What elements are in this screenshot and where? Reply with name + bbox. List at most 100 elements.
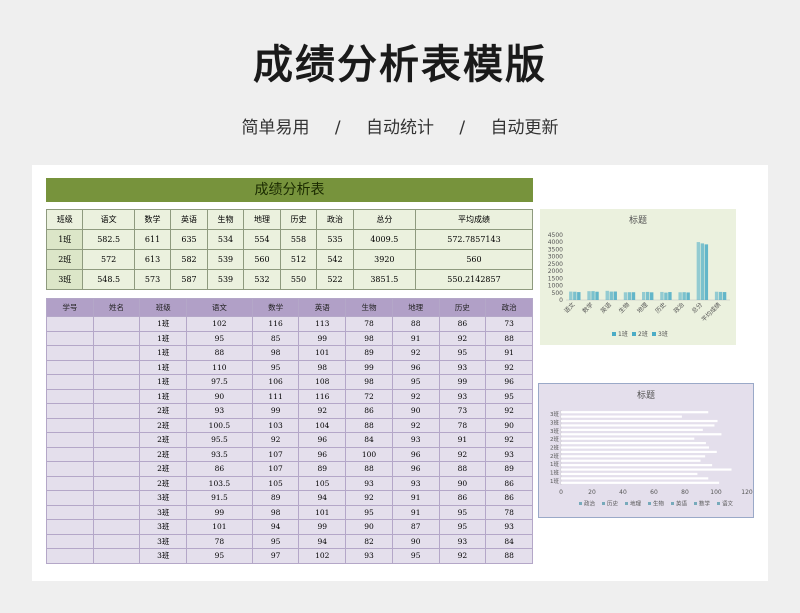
table-cell[interactable]: 93 xyxy=(438,359,487,375)
table-cell[interactable]: 82 xyxy=(345,533,393,549)
table-cell[interactable]: 98 xyxy=(345,330,393,346)
table-cell[interactable]: 107 xyxy=(251,446,300,462)
table-cell[interactable]: 94 xyxy=(251,519,300,535)
table-cell[interactable] xyxy=(92,461,141,477)
table-cell[interactable] xyxy=(92,432,141,448)
column-header[interactable]: 班级 xyxy=(45,209,84,230)
table-cell[interactable] xyxy=(46,475,94,491)
column-header[interactable]: 地理 xyxy=(391,298,440,317)
table-cell[interactable] xyxy=(92,417,141,433)
table-cell[interactable]: 572.7857143 xyxy=(414,229,534,250)
table-cell[interactable]: 93 xyxy=(345,548,393,564)
table-cell[interactable]: 2班 xyxy=(139,475,188,491)
table-cell[interactable]: 106 xyxy=(251,374,300,390)
table-cell[interactable]: 2班 xyxy=(45,249,84,270)
table-cell[interactable]: 108 xyxy=(298,374,347,390)
table-cell[interactable]: 90 xyxy=(345,519,393,535)
column-header[interactable]: 地理 xyxy=(243,209,281,230)
table-cell[interactable]: 89 xyxy=(485,461,533,477)
table-cell[interactable]: 96 xyxy=(485,374,533,390)
table-cell[interactable]: 91 xyxy=(485,345,533,361)
table-cell[interactable]: 99 xyxy=(438,374,487,390)
table-cell[interactable]: 4009.5 xyxy=(352,229,416,250)
table-cell[interactable]: 93 xyxy=(345,475,393,491)
table-cell[interactable] xyxy=(92,374,141,390)
column-header[interactable]: 数学 xyxy=(251,298,300,317)
table-cell[interactable]: 86 xyxy=(485,490,533,506)
table-cell[interactable]: 587 xyxy=(170,269,208,290)
table-cell[interactable]: 95 xyxy=(391,374,440,390)
class-summary-chart[interactable]: 标题 4500 4000 3500 3000 2500 2000 1500 1000 500 0 语… xyxy=(540,209,736,345)
table-cell[interactable]: 92 xyxy=(438,446,487,462)
table-cell[interactable]: 534 xyxy=(206,229,245,250)
table-cell[interactable]: 92 xyxy=(438,330,487,346)
table-cell[interactable] xyxy=(92,345,141,361)
table-cell[interactable]: 73 xyxy=(438,403,487,419)
table-cell[interactable]: 98 xyxy=(298,359,347,375)
column-header[interactable]: 生物 xyxy=(206,209,245,230)
table-cell[interactable]: 93 xyxy=(391,475,440,491)
table-cell[interactable] xyxy=(92,504,141,520)
table-cell[interactable] xyxy=(92,330,141,346)
table-cell[interactable]: 93.5 xyxy=(186,446,253,462)
table-cell[interactable]: 86 xyxy=(438,316,487,332)
table-cell[interactable]: 1班 xyxy=(139,316,188,332)
table-cell[interactable]: 92 xyxy=(251,432,300,448)
column-header[interactable]: 政治 xyxy=(316,209,354,230)
table-cell[interactable]: 92 xyxy=(438,548,487,564)
table-cell[interactable]: 103.5 xyxy=(186,475,253,491)
table-cell[interactable]: 91.5 xyxy=(186,490,253,506)
table-cell[interactable]: 91 xyxy=(438,432,487,448)
table-cell[interactable]: 100 xyxy=(345,446,393,462)
table-cell[interactable]: 92 xyxy=(485,403,533,419)
column-header[interactable]: 数学 xyxy=(133,209,172,230)
table-cell[interactable]: 95 xyxy=(391,548,440,564)
table-cell[interactable]: 95 xyxy=(345,504,393,520)
table-cell[interactable]: 99 xyxy=(251,403,300,419)
table-cell[interactable]: 1班 xyxy=(45,229,84,250)
table-cell[interactable]: 560 xyxy=(414,249,534,270)
table-cell[interactable] xyxy=(46,345,94,361)
table-cell[interactable]: 3920 xyxy=(352,249,416,270)
table-cell[interactable] xyxy=(46,403,94,419)
table-cell[interactable]: 96 xyxy=(391,359,440,375)
table-cell[interactable]: 95 xyxy=(251,359,300,375)
table-cell[interactable]: 535 xyxy=(316,229,354,250)
table-cell[interactable]: 96 xyxy=(298,432,347,448)
table-cell[interactable]: 3851.5 xyxy=(352,269,416,290)
table-cell[interactable]: 1班 xyxy=(139,330,188,346)
table-cell[interactable] xyxy=(46,417,94,433)
student-scores-chart[interactable]: 标题 0 20 40 60 80 100 120 1班 1班 1班 2班 2班 2班 3班 3班 3班 政治 历史… xyxy=(538,383,754,518)
table-cell[interactable] xyxy=(46,461,94,477)
table-cell[interactable]: 3班 xyxy=(139,548,188,564)
table-cell[interactable]: 104 xyxy=(298,417,347,433)
table-cell[interactable]: 98 xyxy=(345,374,393,390)
table-cell[interactable]: 95 xyxy=(186,548,253,564)
column-header[interactable]: 平均成绩 xyxy=(414,209,534,230)
table-cell[interactable]: 94 xyxy=(298,533,347,549)
table-cell[interactable]: 554 xyxy=(243,229,281,250)
table-cell[interactable] xyxy=(46,359,94,375)
table-cell[interactable]: 98 xyxy=(251,504,300,520)
table-cell[interactable]: 96 xyxy=(391,461,440,477)
table-cell[interactable] xyxy=(92,490,141,506)
table-cell[interactable]: 116 xyxy=(251,316,300,332)
column-header[interactable]: 历史 xyxy=(279,209,318,230)
table-cell[interactable] xyxy=(46,533,94,549)
table-cell[interactable] xyxy=(92,316,141,332)
table-cell[interactable]: 94 xyxy=(298,490,347,506)
table-cell[interactable]: 101 xyxy=(186,519,253,535)
table-cell[interactable]: 101 xyxy=(298,504,347,520)
table-cell[interactable]: 96 xyxy=(391,446,440,462)
table-cell[interactable]: 88 xyxy=(186,345,253,361)
table-cell[interactable]: 107 xyxy=(251,461,300,477)
table-cell[interactable]: 97.5 xyxy=(186,374,253,390)
table-cell[interactable]: 93 xyxy=(391,432,440,448)
table-cell[interactable]: 116 xyxy=(298,388,347,404)
table-cell[interactable]: 78 xyxy=(345,316,393,332)
table-cell[interactable] xyxy=(92,359,141,375)
table-cell[interactable] xyxy=(46,388,94,404)
table-cell[interactable]: 90 xyxy=(485,417,533,433)
table-cell[interactable]: 88 xyxy=(485,548,533,564)
table-cell[interactable]: 92 xyxy=(485,432,533,448)
